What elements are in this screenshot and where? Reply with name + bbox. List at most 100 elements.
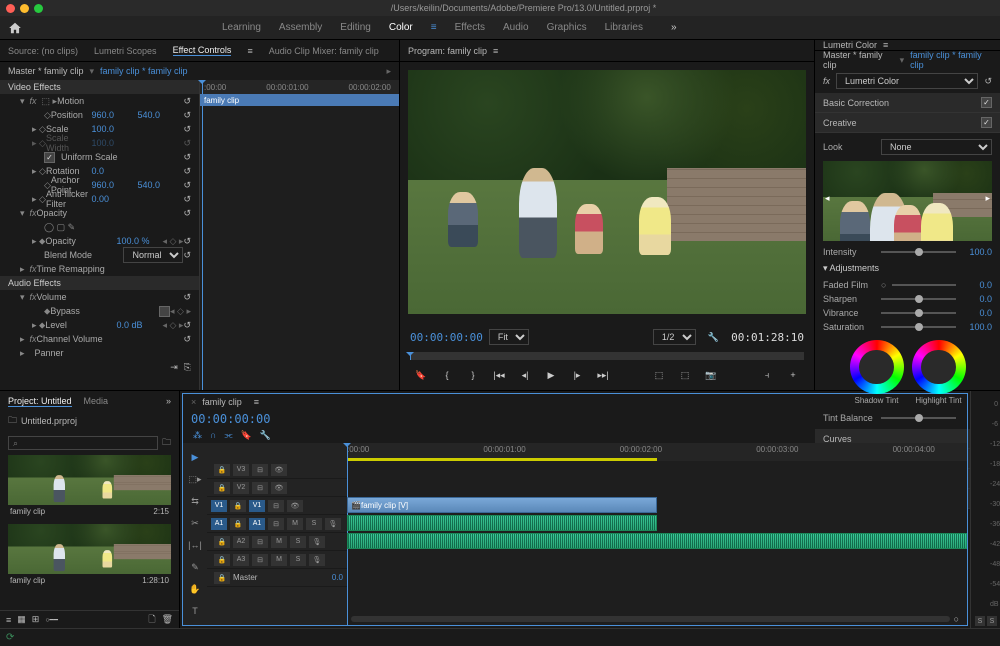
panel-menu-icon[interactable]: ≡	[254, 397, 259, 407]
mute-a1[interactable]: M	[287, 518, 303, 530]
solo-left[interactable]: S	[975, 616, 985, 626]
uniform-scale-checkbox[interactable]	[44, 152, 55, 163]
step-fwd-icon[interactable]: |▸	[569, 367, 585, 383]
panel-menu-icon[interactable]: ≡	[247, 46, 252, 56]
program-monitor[interactable]	[408, 70, 806, 314]
opacity-val[interactable]: 100.0 %	[116, 236, 162, 246]
freeform-icon[interactable]: ⊞	[32, 614, 40, 625]
timeline-tc[interactable]: 00:00:00:00	[183, 410, 967, 428]
export-frame-icon[interactable]: 📷	[703, 367, 719, 383]
rec-a2[interactable]: 🎙	[309, 536, 325, 548]
motion-effect[interactable]: Motion	[57, 96, 183, 106]
timeline-scrollbar[interactable]	[351, 616, 950, 622]
master-val[interactable]: 0.0	[332, 573, 343, 582]
panel-menu-icon[interactable]: ≡	[883, 40, 888, 50]
tab-source[interactable]: Source: (no clips)	[8, 46, 78, 56]
ec-clip-bar[interactable]: family clip	[200, 94, 399, 106]
audio-clip-a1[interactable]	[347, 515, 657, 531]
sync-icon[interactable]: ⟳	[6, 632, 14, 643]
reset-icon[interactable]: ↺	[183, 250, 191, 261]
play-icon[interactable]: ▸	[386, 66, 391, 77]
toggle-v2[interactable]: ⊟	[252, 482, 268, 494]
intensity-val[interactable]: 100.0	[962, 247, 992, 257]
next-look-icon[interactable]: ▸	[985, 193, 990, 204]
lift-icon[interactable]: ⬚	[651, 367, 667, 383]
source-v1[interactable]: V1	[211, 500, 227, 512]
vibrance-slider[interactable]	[881, 312, 956, 314]
rec-a1[interactable]: 🎙	[325, 518, 341, 530]
eye-v2[interactable]: 👁	[271, 482, 287, 494]
zoom-select[interactable]: 1/2	[653, 329, 696, 345]
lock-a2[interactable]: 🔒	[214, 536, 230, 548]
prev-look-icon[interactable]: ◂	[825, 193, 830, 204]
lock-a3[interactable]: 🔒	[214, 554, 230, 566]
level-val[interactable]: 0.0 dB	[116, 320, 162, 330]
slip-tool[interactable]: |↔|	[187, 537, 203, 553]
tab-media[interactable]: Media	[84, 396, 109, 406]
extract-icon[interactable]: ⬚	[677, 367, 693, 383]
solo-a1[interactable]: S	[306, 518, 322, 530]
track-a1[interactable]: A1	[249, 518, 265, 530]
clip-link[interactable]: family clip * family clip	[100, 66, 188, 76]
track-v3[interactable]: V3	[233, 464, 249, 476]
audio-clip-a2[interactable]	[347, 533, 967, 549]
panner[interactable]: Panner	[35, 348, 191, 358]
saturation-slider[interactable]	[881, 326, 956, 328]
solo-a3[interactable]: S	[290, 554, 306, 566]
ws-editing[interactable]: Editing	[340, 22, 371, 33]
add-icon[interactable]: +	[785, 367, 801, 383]
overflow-icon[interactable]: »	[166, 396, 171, 406]
vibrance-val[interactable]: 0.0	[962, 308, 992, 318]
reset-icon[interactable]: ↺	[183, 194, 191, 205]
toggle-v1[interactable]: ⊟	[268, 500, 284, 512]
ws-color[interactable]: Color	[389, 22, 413, 33]
lock-v1[interactable]: 🔒	[230, 500, 246, 512]
video-clip[interactable]: 🎬 family clip [V]	[347, 497, 657, 513]
blend-mode-select[interactable]: Normal	[123, 247, 183, 263]
ws-learning[interactable]: Learning	[222, 22, 261, 33]
shadow-tint-wheel[interactable]	[850, 340, 904, 394]
marker-icon[interactable]: 🔖	[413, 367, 429, 383]
trash-icon[interactable]: 🗑	[162, 614, 173, 625]
track-v1[interactable]: V1	[249, 500, 265, 512]
ws-assembly[interactable]: Assembly	[279, 22, 322, 33]
magnet-icon[interactable]: ∩	[210, 430, 216, 440]
selection-tool[interactable]: ▶	[187, 449, 203, 465]
rotation-val[interactable]: 0.0	[91, 166, 137, 176]
minimize-window-button[interactable]	[20, 4, 29, 13]
ws-audio[interactable]: Audio	[503, 22, 529, 33]
reset-icon[interactable]: ↺	[183, 96, 191, 107]
new-item-icon[interactable]: 🗋	[148, 612, 155, 628]
creative-enable[interactable]	[981, 117, 992, 128]
play-icon[interactable]: ▶	[543, 367, 559, 383]
compare-icon[interactable]: ⫞	[759, 367, 775, 383]
step-back-icon[interactable]: ◂|	[517, 367, 533, 383]
scale-val[interactable]: 100.0	[91, 124, 137, 134]
bin-item[interactable]: family clip2:15	[8, 455, 171, 518]
link-icon[interactable]: ⫘	[224, 430, 232, 441]
basic-enable[interactable]	[981, 97, 992, 108]
program-tc-left[interactable]: 00:00:00:00	[410, 331, 483, 344]
position-y[interactable]: 540.0	[137, 110, 183, 120]
track-a2[interactable]: A2	[233, 536, 249, 548]
bypass-checkbox[interactable]	[159, 306, 170, 317]
ws-graphics[interactable]: Graphics	[547, 22, 587, 33]
creative-header[interactable]: Creative	[823, 118, 857, 128]
close-window-button[interactable]	[6, 4, 15, 13]
faded-slider[interactable]	[892, 284, 956, 286]
saturation-val[interactable]: 100.0	[962, 322, 992, 332]
solo-a2[interactable]: S	[290, 536, 306, 548]
anchor-y[interactable]: 540.0	[137, 180, 183, 190]
bin-item[interactable]: family clip1:28:10	[8, 524, 171, 587]
highlight-tint-wheel[interactable]	[912, 340, 966, 394]
channel-volume[interactable]: Channel Volume	[37, 334, 184, 344]
faded-val[interactable]: 0.0	[962, 280, 992, 290]
toggle-a1[interactable]: ⊟	[268, 518, 284, 530]
lock-v2[interactable]: 🔒	[214, 482, 230, 494]
project-search[interactable]	[8, 436, 158, 450]
toggle-a3[interactable]: ⊟	[252, 554, 268, 566]
hand-tool[interactable]: ✋	[187, 581, 203, 597]
toggle-a2[interactable]: ⊟	[252, 536, 268, 548]
position-x[interactable]: 960.0	[91, 110, 137, 120]
razor-tool[interactable]: ✂	[187, 515, 203, 531]
